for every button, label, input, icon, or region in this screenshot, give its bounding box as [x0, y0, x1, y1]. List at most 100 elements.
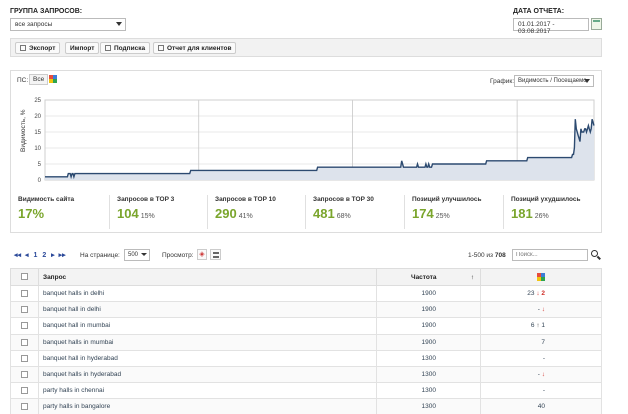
- chevron-down-icon: [584, 79, 590, 83]
- query-cell[interactable]: banquet hall in delhi: [38, 301, 377, 319]
- query-cell[interactable]: banquet halls in hyderabad: [38, 365, 377, 384]
- query-cell[interactable]: banquet hall in mumbai: [38, 317, 377, 335]
- date-range-value: 01.01.2017 - 03.08.2017: [518, 21, 555, 35]
- last-page-icon[interactable]: ▸▸: [59, 252, 66, 259]
- group-select[interactable]: все запросы: [10, 18, 126, 31]
- table-row[interactable]: banquet hall in mumbai 1900 6 ↑ 1: [10, 317, 602, 335]
- calendar-icon[interactable]: [591, 18, 602, 30]
- query-cell[interactable]: banquet hall in hyderabad: [38, 349, 377, 367]
- row-checkbox[interactable]: [21, 306, 28, 314]
- stat-value: 17%: [18, 206, 45, 221]
- export-label: Экспорт: [29, 45, 56, 52]
- view-label: Просмотр:: [162, 252, 194, 259]
- query-cell[interactable]: party halls in chennai: [38, 382, 377, 400]
- table-row[interactable]: banquet hall in hyderabad 1300 -: [10, 349, 602, 367]
- stat-name: Позиций улучшилось: [412, 196, 482, 203]
- position-value: 7: [541, 338, 545, 346]
- position-cell: - ↓: [480, 365, 602, 384]
- stat-value: 290: [215, 206, 237, 221]
- ps-label: ПС:: [17, 77, 29, 84]
- date-range-input[interactable]: 01.01.2017 - 03.08.2017: [513, 18, 589, 35]
- stat-item: Запросов в TOP 3 104 15%: [117, 196, 213, 221]
- row-checkbox[interactable]: [21, 387, 28, 395]
- chevron-down-icon: [141, 253, 147, 256]
- client-report-button[interactable]: Отчет для клиентов: [153, 42, 237, 54]
- sort-asc-icon[interactable]: ↑: [471, 274, 474, 281]
- google-column-header[interactable]: [480, 268, 602, 286]
- row-checkbox[interactable]: [21, 354, 28, 362]
- table-row[interactable]: banquet hall in delhi 1900 - ↓: [10, 301, 602, 319]
- row-checkbox-cell: [10, 301, 39, 319]
- row-checkbox-cell: [10, 349, 39, 367]
- ps-all-button[interactable]: Все: [29, 74, 49, 85]
- freq-cell: 1900: [376, 284, 481, 303]
- google-icon[interactable]: [49, 75, 57, 83]
- stat-separator: [207, 195, 208, 229]
- select-all-checkbox[interactable]: [21, 273, 28, 281]
- table-row[interactable]: banquet halls in hyderabad 1300- ↓: [10, 365, 602, 384]
- search-icon[interactable]: [590, 249, 602, 261]
- table-row[interactable]: banquet halls in delhi 1900 23 ↓ 2: [10, 284, 602, 303]
- search-input[interactable]: [512, 249, 588, 261]
- per-page-select[interactable]: 500: [124, 249, 150, 261]
- stat-percent: 68%: [336, 213, 351, 220]
- stat-separator: [305, 195, 306, 229]
- graph-select[interactable]: Видимость / Посещаемо: [514, 75, 594, 87]
- freq-cell: 1900: [376, 301, 481, 319]
- row-checkbox-cell: [10, 284, 39, 303]
- import-button[interactable]: Импорт: [65, 42, 100, 54]
- position-cell: -: [480, 349, 602, 367]
- subscribe-icon: [105, 45, 111, 51]
- query-cell[interactable]: party halls in bangalore: [38, 398, 377, 414]
- position-cell: 40: [480, 398, 602, 414]
- row-checkbox[interactable]: [21, 322, 28, 330]
- visibility-area: [45, 119, 594, 180]
- view-toggle-icon[interactable]: ◈: [197, 249, 207, 260]
- freq-cell: 1900: [376, 333, 481, 351]
- arrow-down-icon: ↓: [541, 306, 545, 314]
- stat-value: 481: [313, 206, 335, 221]
- queries-table: Запрос Частота ↑ banquet halls in delhi 1…: [10, 268, 602, 414]
- row-checkbox[interactable]: [21, 338, 28, 346]
- position-cell: 6 ↑ 1: [480, 317, 602, 335]
- stat-item: Позиций ухудшилось 181 26%: [511, 196, 607, 221]
- import-label: Импорт: [70, 45, 95, 52]
- stat-item: Запросов в TOP 10 290 41%: [215, 196, 311, 221]
- select-all-cell: [10, 268, 39, 286]
- position-value: -: [537, 306, 540, 314]
- query-cell[interactable]: banquet halls in delhi: [38, 284, 377, 303]
- subscribe-button[interactable]: Подписка: [100, 42, 151, 54]
- y-tick-label: 20: [34, 114, 41, 120]
- arrow-up-icon: ↑: [536, 322, 540, 330]
- table-row[interactable]: party halls in bangalore 1300 40: [10, 398, 602, 414]
- row-checkbox[interactable]: [21, 370, 28, 378]
- position-cell: -: [480, 382, 602, 400]
- query-column-header[interactable]: Запрос: [38, 268, 377, 286]
- first-page-icon[interactable]: ◂◂: [14, 252, 21, 259]
- stat-separator: [503, 195, 504, 229]
- query-cell[interactable]: banquet halls in mumbai: [38, 333, 377, 351]
- results-range-text: 1-500 из: [468, 252, 494, 259]
- stat-percent: 26%: [534, 213, 549, 220]
- position-cell: 23 ↓ 2: [480, 284, 602, 303]
- page-1-link[interactable]: 1: [33, 252, 37, 259]
- grid-view-icon[interactable]: [210, 249, 221, 260]
- export-button[interactable]: Экспорт: [15, 42, 61, 54]
- table-row[interactable]: party halls in chennai 1300 -: [10, 382, 602, 400]
- y-ticks: 0 5 10 15 20 25: [34, 98, 41, 184]
- row-checkbox[interactable]: [21, 289, 28, 297]
- y-tick-label: 15: [34, 130, 41, 136]
- y-tick-label: 25: [34, 98, 41, 104]
- position-change: 2: [541, 290, 545, 298]
- stat-value: 174: [412, 206, 434, 221]
- prev-page-icon[interactable]: ◂: [25, 252, 29, 259]
- table-row[interactable]: banquet halls in mumbai 1900 7: [10, 333, 602, 351]
- page-2-link[interactable]: 2: [42, 252, 46, 259]
- stat-name: Позиций ухудшилось: [511, 196, 581, 203]
- freq-cell: 1300: [376, 365, 481, 384]
- next-page-icon[interactable]: ▸: [51, 252, 55, 259]
- row-checkbox[interactable]: [21, 403, 28, 411]
- freq-column-header[interactable]: Частота ↑: [376, 268, 481, 286]
- freq-cell: 1300: [376, 398, 481, 414]
- stat-value: 104: [117, 206, 139, 221]
